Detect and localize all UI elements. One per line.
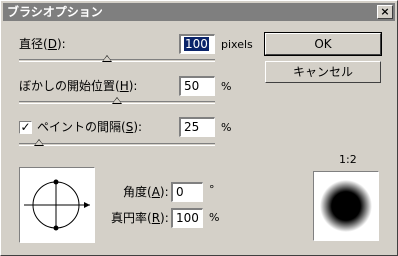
diameter-label: 直径(D): xyxy=(19,37,66,51)
spacing-unit: % xyxy=(221,121,232,134)
ok-button[interactable]: OK xyxy=(264,32,382,56)
roundness-input[interactable]: 100 xyxy=(171,208,203,228)
title-bar[interactable]: ブラシオプション × xyxy=(3,3,395,21)
hardness-label: ぼかしの開始位置(H): xyxy=(19,79,138,93)
brush-options-dialog: ブラシオプション × 直径(D): 100 pixels ぼかしの開始位置(H)… xyxy=(0,0,398,256)
preview-ratio: 1:2 xyxy=(339,153,357,166)
hardness-input[interactable]: 50 xyxy=(179,76,215,96)
hardness-slider-thumb[interactable] xyxy=(112,97,122,104)
spacing-slider-track[interactable] xyxy=(19,143,215,146)
brush-preview-image xyxy=(320,180,372,232)
angle-input[interactable]: 0 xyxy=(171,182,203,202)
roundness-handle-bottom xyxy=(53,225,59,231)
cancel-button[interactable]: キャンセル xyxy=(265,61,381,83)
angle-roundness-control[interactable] xyxy=(19,167,95,243)
diameter-slider-track[interactable] xyxy=(19,59,215,62)
spacing-checkbox[interactable]: ✓ xyxy=(19,121,32,134)
close-button[interactable]: × xyxy=(377,5,393,19)
spacing-slider-thumb[interactable] xyxy=(33,139,44,146)
hardness-unit: % xyxy=(221,80,232,93)
angle-diagram xyxy=(24,179,90,231)
close-icon: × xyxy=(380,5,390,18)
angle-unit: ° xyxy=(209,183,215,196)
angle-label: 角度(A): xyxy=(123,185,169,199)
diameter-input[interactable]: 100 xyxy=(179,34,215,54)
roundness-label: 真円率(R): xyxy=(111,211,169,225)
window-title: ブラシオプション xyxy=(7,5,103,19)
diameter-slider-thumb[interactable] xyxy=(102,55,113,62)
spacing-input[interactable]: 25 xyxy=(179,117,215,137)
brush-preview xyxy=(313,171,379,241)
roundness-handle-top xyxy=(53,179,59,185)
spacing-label: ペイントの間隔(S): xyxy=(37,120,143,134)
diameter-unit: pixels xyxy=(221,38,253,51)
roundness-unit: % xyxy=(209,211,220,224)
